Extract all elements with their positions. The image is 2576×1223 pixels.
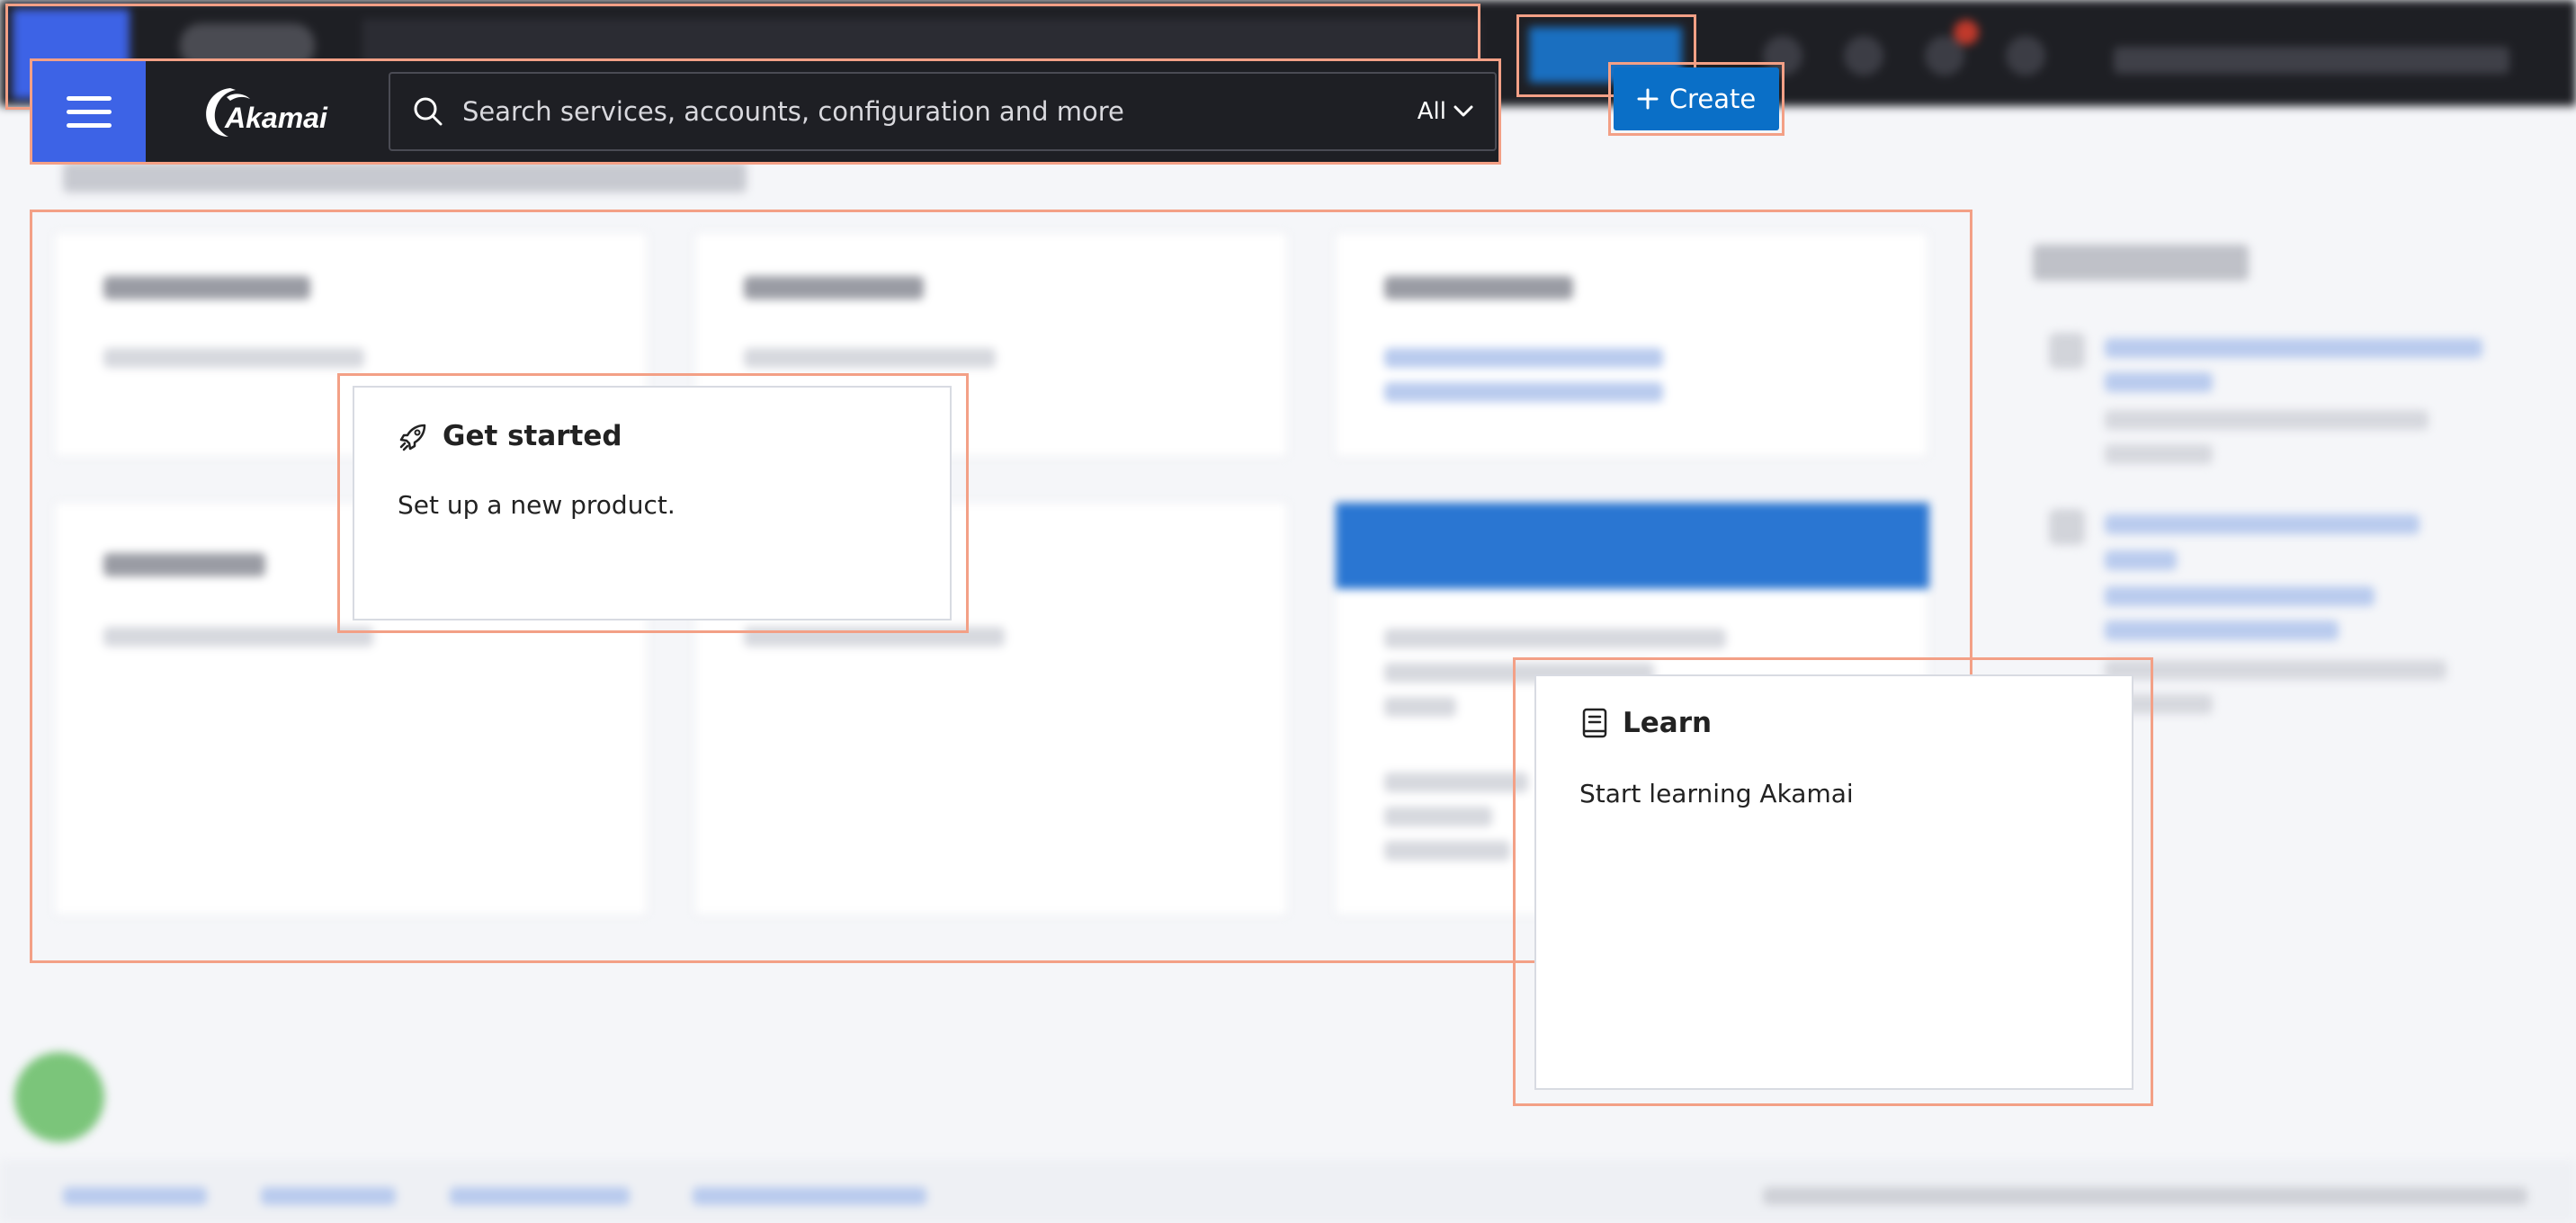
bg-sidebar-title	[2033, 245, 2249, 281]
book-icon	[1582, 708, 1607, 738]
create-button-label: Create	[1668, 84, 1757, 114]
hamburger-menu-icon[interactable]	[32, 61, 146, 162]
learn-heading: Learn	[1579, 707, 1712, 739]
akamai-logo[interactable]: Akamai	[146, 61, 389, 162]
bg-sidebar-icon	[2049, 333, 2085, 369]
learn-description: Start learning Akamai	[1579, 779, 1854, 808]
rocket-icon	[399, 424, 426, 451]
top-navigation-bar: Akamai All	[32, 61, 1498, 162]
bg-settings-icon	[1844, 36, 1883, 76]
search-icon	[414, 97, 443, 126]
bg-welcome-text	[63, 162, 747, 192]
get-started-title: Get started	[443, 420, 622, 452]
bg-user-icon	[2006, 36, 2045, 76]
bg-copyright	[1763, 1187, 2527, 1205]
search-scope-dropdown[interactable]: All	[1418, 98, 1473, 125]
bg-notification-badge	[1954, 20, 1979, 45]
get-started-heading: Get started	[398, 420, 622, 452]
plus-icon	[1637, 88, 1659, 110]
get-started-card[interactable]: Get started Set up a new product.	[353, 386, 952, 620]
search-input[interactable]	[462, 96, 1418, 127]
bg-sidebar-icon	[2049, 509, 2085, 545]
bg-user-info	[2114, 47, 2509, 74]
learn-card[interactable]: Learn Start learning Akamai	[1534, 674, 2133, 1090]
search-bar: All	[389, 72, 1497, 151]
learn-title: Learn	[1623, 707, 1713, 739]
search-scope-label: All	[1417, 98, 1446, 125]
get-started-description: Set up a new product.	[398, 490, 675, 520]
bg-chat-bubble	[14, 1052, 104, 1142]
akamai-logo-mark: Akamai	[206, 88, 328, 137]
chevron-down-icon	[1453, 105, 1473, 117]
create-button[interactable]: Create	[1614, 67, 1779, 130]
svg-text:Akamai: Akamai	[224, 102, 328, 134]
